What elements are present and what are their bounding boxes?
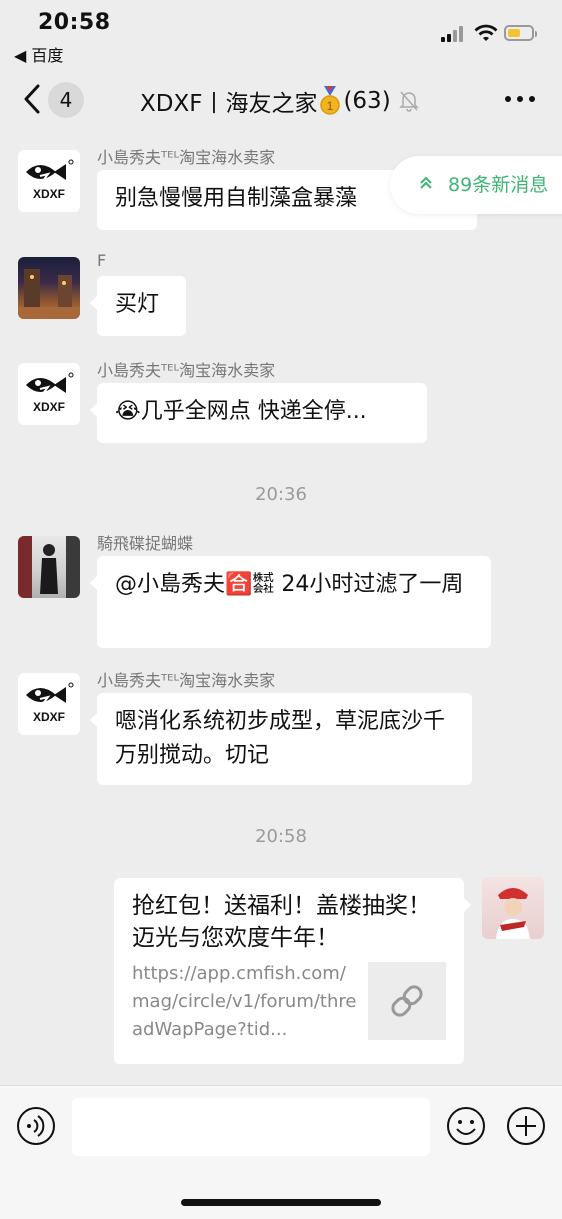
chat-nav-bar: 4 XDXF丨海友之家 1 (63): [0, 64, 562, 134]
svg-text:XDXF: XDXF: [33, 710, 65, 724]
new-messages-label: 89条新消息: [448, 174, 549, 196]
avatar-f[interactable]: [18, 257, 80, 319]
cellular-signal-icon: [441, 26, 467, 42]
link-card-message[interactable]: 抢红包！送福利！盖楼抽奖！迈光与您欢度牛年！ https://app.cmfis…: [114, 878, 471, 1064]
wifi-icon: [474, 24, 498, 41]
sender-name: 小島秀夫ᵀᴱᴸ淘宝海水卖家: [97, 148, 276, 167]
voice-input-icon[interactable]: [16, 1106, 56, 1146]
xdxf-logo-icon: XDXF: [26, 682, 74, 724]
more-options-icon[interactable]: [505, 96, 535, 102]
back-arrow-icon[interactable]: [20, 82, 46, 116]
link-card-url: https://app.cmfish.com/mag/circle/v1/for…: [132, 963, 357, 1040]
back-to-app-link[interactable]: ◀ 百度: [14, 42, 63, 66]
member-count: (63): [343, 88, 391, 114]
night-street-photo: [18, 269, 80, 319]
svg-text:XDXF: XDXF: [33, 187, 65, 201]
chat-timestamp: 20:58: [255, 826, 307, 847]
avatar-butterfly[interactable]: [18, 536, 80, 598]
emoji-icon[interactable]: [446, 1106, 486, 1146]
message-bubble[interactable]: 买灯: [90, 276, 186, 336]
avatar-xdxf[interactable]: XDXF: [18, 673, 80, 735]
status-time: 20:58: [38, 10, 111, 35]
link-icon: [391, 985, 423, 1017]
gold-medal-icon: 1: [320, 86, 341, 115]
sender-name: F: [97, 251, 107, 270]
new-messages-button[interactable]: 89条新消息: [390, 156, 562, 214]
chat-title: XDXF丨海友之家 1 (63): [140, 84, 419, 118]
link-card-title: 抢红包！送福利！盖楼抽奖！迈光与您欢度牛年！: [132, 893, 431, 951]
battery-icon: [504, 25, 537, 41]
status-bar: 20:58 ◀ 百度: [0, 0, 562, 66]
avatar-xdxf[interactable]: XDXF: [18, 150, 80, 212]
link-thumbnail: [368, 962, 446, 1040]
sender-name: 騎飛碟捉蝴蝶: [97, 534, 194, 553]
xdxf-logo-icon: XDXF: [26, 159, 74, 201]
unread-count-badge[interactable]: 4: [48, 82, 84, 118]
plus-icon[interactable]: [506, 1106, 546, 1146]
double-chevron-up-icon: [418, 174, 440, 196]
group-name: XDXF丨海友之家: [140, 91, 318, 117]
user-photo: [496, 888, 530, 939]
sender-name: 小島秀夫ᵀᴱᴸ淘宝海水卖家: [97, 361, 276, 380]
message-text-input[interactable]: [72, 1098, 430, 1156]
chat-timestamp: 20:36: [255, 484, 307, 505]
sender-name: 小島秀夫ᵀᴱᴸ淘宝海水卖家: [97, 671, 276, 690]
message-bubble[interactable]: 😭几乎全网点 快递全停...: [90, 383, 427, 443]
person-photo: [18, 536, 80, 598]
mute-bell-icon: [398, 91, 419, 112]
avatar-self[interactable]: [482, 877, 544, 939]
message-bubble[interactable]: 嗯消化系统初步成型，草泥底沙千万别搅动。切记: [90, 693, 472, 785]
avatar-xdxf[interactable]: XDXF: [18, 363, 80, 425]
message-bubble[interactable]: @小島秀夫🈴㍿ 24小时过滤了一周: [90, 556, 491, 648]
home-indicator[interactable]: [181, 1199, 381, 1206]
svg-text:XDXF: XDXF: [33, 400, 65, 414]
xdxf-logo-icon: XDXF: [26, 372, 74, 414]
svg-text:1: 1: [327, 99, 334, 113]
